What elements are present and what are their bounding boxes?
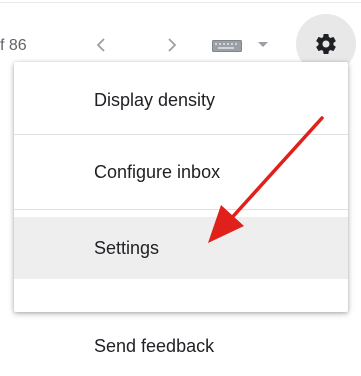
menu-item-label: Settings <box>94 237 160 258</box>
caret-down-icon <box>258 42 268 47</box>
menu-divider <box>14 209 348 210</box>
menu-item-label: Send feedback <box>94 335 215 356</box>
menu-item-label: Configure inbox <box>94 161 221 182</box>
toolbar-divider <box>0 2 361 3</box>
menu-item-display-density[interactable]: Display density <box>14 70 348 130</box>
page-count-text: f 86 <box>0 37 27 54</box>
menu-item-send-feedback[interactable]: Send feedback <box>14 316 348 376</box>
older-button[interactable] <box>158 30 186 60</box>
settings-menu: Display density Configure inbox Settings… <box>14 62 348 356</box>
menu-item-label: Display density <box>94 89 216 110</box>
newer-button[interactable] <box>87 30 115 60</box>
gear-icon <box>316 34 336 54</box>
menu-divider <box>14 134 348 135</box>
chevron-right-icon <box>168 38 177 52</box>
chevron-left-icon <box>96 38 105 52</box>
menu-item-configure-inbox[interactable]: Configure inbox <box>14 142 348 202</box>
keyboard-icon <box>212 40 242 52</box>
menu-item-settings[interactable]: Settings <box>14 217 348 279</box>
input-tools-button[interactable] <box>212 32 274 58</box>
